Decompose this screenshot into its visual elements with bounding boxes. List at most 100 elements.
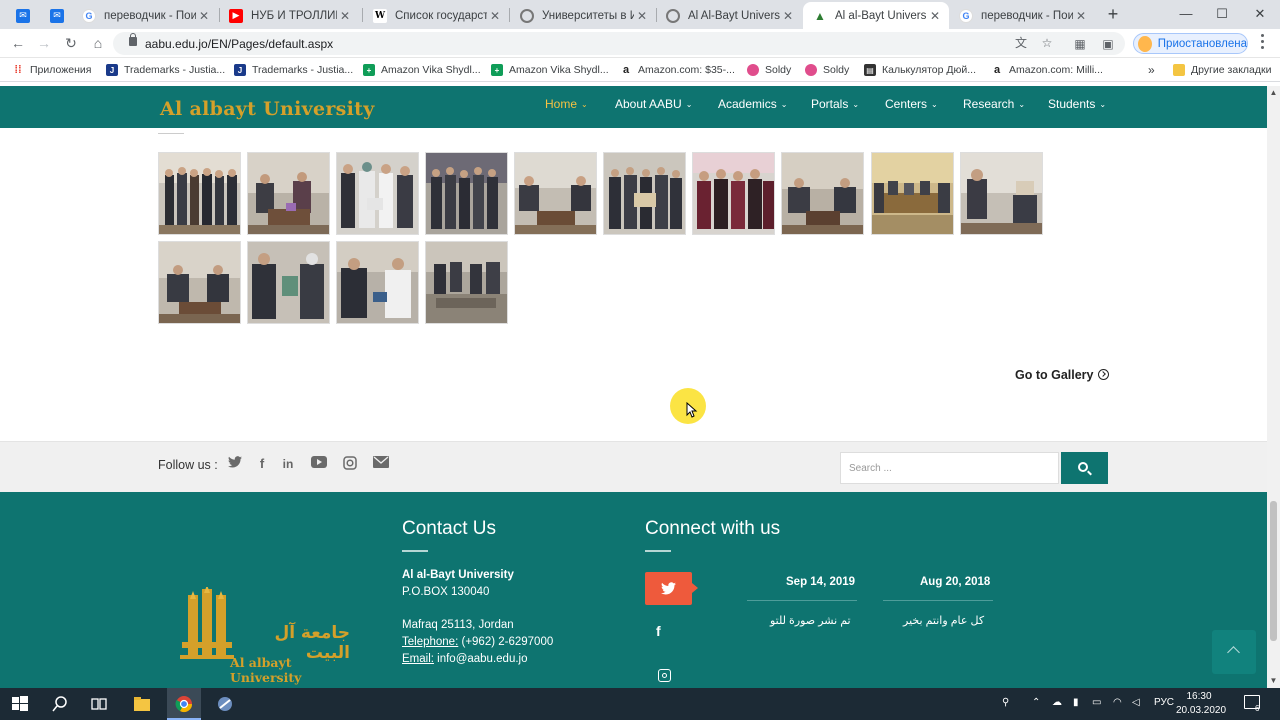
maximize-button[interactable]: ☐ bbox=[1212, 4, 1232, 24]
facebook-icon[interactable]: f bbox=[254, 456, 270, 472]
go-to-gallery-link[interactable]: Go to Gallery bbox=[1015, 368, 1109, 382]
cloud-icon[interactable]: ☁ bbox=[1052, 697, 1062, 708]
clock[interactable]: 16:30 20.03.2020 bbox=[1176, 690, 1226, 718]
gallery-photo[interactable] bbox=[158, 152, 241, 235]
youtube-icon[interactable] bbox=[311, 456, 327, 472]
tab-aabu-1[interactable]: Al Al-Bayt University ✕ bbox=[656, 2, 802, 29]
gallery-photo[interactable] bbox=[514, 152, 597, 235]
gallery-photo[interactable] bbox=[425, 241, 508, 324]
site-search-input[interactable]: Search ... bbox=[840, 452, 1059, 484]
tab-close-icon[interactable]: ✕ bbox=[780, 9, 796, 23]
new-tab-button[interactable]: + bbox=[1103, 4, 1123, 24]
translate-icon[interactable]: 文 bbox=[1013, 35, 1029, 51]
gallery-photo[interactable] bbox=[247, 241, 330, 324]
nav-centers[interactable]: Centers ⌄ bbox=[885, 97, 938, 111]
email-icon[interactable] bbox=[373, 456, 389, 472]
twitter-icon[interactable] bbox=[227, 456, 243, 472]
extension-icon[interactable]: ▦ bbox=[1072, 36, 1088, 52]
page-scrollbar[interactable]: ▲ ▼ bbox=[1267, 86, 1280, 688]
language-indicator[interactable]: РУС bbox=[1154, 697, 1174, 708]
tweet-text[interactable]: تم نشر صورة للتو bbox=[770, 614, 851, 627]
site-logo[interactable]: Al albayt University bbox=[160, 98, 375, 120]
tab-translator-search[interactable]: G переводчик - Поиск ✕ bbox=[72, 2, 218, 29]
nav-academics[interactable]: Academics ⌄ bbox=[718, 97, 787, 111]
bookmark-item[interactable]: a Amazon.com: Milli... bbox=[991, 62, 1103, 78]
tab-translator-search-2[interactable]: G переводчик - Поиск ✕ bbox=[949, 2, 1095, 29]
tab-youtube[interactable]: ▶ НУБ И ТРОЛЛИНГ Л ✕ bbox=[219, 2, 359, 29]
other-bookmarks[interactable]: Другие закладки bbox=[1173, 62, 1271, 78]
tab-close-icon[interactable]: ✕ bbox=[487, 9, 503, 23]
windows-start-icon[interactable] bbox=[11, 695, 29, 713]
bookmark-apps[interactable]: ⁞⁞ Приложения bbox=[12, 62, 91, 78]
scroll-up-icon[interactable]: ▲ bbox=[1269, 88, 1278, 97]
browser-menu-icon[interactable] bbox=[1255, 33, 1269, 49]
chevron-up-icon[interactable]: ⌃ bbox=[1032, 697, 1040, 708]
usb-icon[interactable]: ▮ bbox=[1073, 697, 1079, 708]
nav-about[interactable]: About AABU ⌄ bbox=[615, 97, 692, 111]
contact-email[interactable]: Email: info@aabu.edu.jo bbox=[402, 653, 527, 665]
linkedin-icon[interactable]: in bbox=[280, 456, 296, 472]
task-view-icon[interactable] bbox=[90, 695, 108, 713]
search-icon[interactable] bbox=[51, 695, 69, 713]
tab-mail-2[interactable]: ✉ bbox=[40, 2, 74, 29]
back-to-top-button[interactable] bbox=[1212, 630, 1256, 674]
battery-icon[interactable]: ▭ bbox=[1092, 697, 1101, 708]
instagram-icon[interactable] bbox=[342, 456, 358, 472]
close-window-button[interactable]: ✕ bbox=[1250, 4, 1270, 24]
profile-button[interactable]: Приостановлена bbox=[1133, 33, 1248, 54]
tab-close-icon[interactable]: ✕ bbox=[927, 9, 943, 23]
extension-icon[interactable]: ▣ bbox=[1100, 36, 1116, 52]
gallery-photo[interactable] bbox=[336, 152, 419, 235]
gallery-photo[interactable] bbox=[336, 241, 419, 324]
bookmarks-overflow-button[interactable]: » bbox=[1148, 62, 1155, 78]
gallery-photo[interactable] bbox=[960, 152, 1043, 235]
bookmark-star-icon[interactable]: ☆ bbox=[1039, 35, 1055, 51]
tab-close-icon[interactable]: ✕ bbox=[634, 9, 650, 23]
tab-mail-1[interactable]: ✉ bbox=[6, 2, 40, 29]
tab-aabu-active[interactable]: ▲ Al al-Bayt University ✕ bbox=[803, 2, 949, 29]
back-button[interactable]: ← bbox=[8, 33, 28, 53]
bookmark-item[interactable]: + Amazon Vika Shydl... bbox=[363, 62, 481, 78]
nav-home[interactable]: Home ⌄ bbox=[545, 97, 588, 111]
gallery-photo[interactable] bbox=[603, 152, 686, 235]
gallery-photo[interactable] bbox=[781, 152, 864, 235]
people-icon[interactable]: ⚲ bbox=[1002, 697, 1009, 708]
reload-button[interactable]: ↻ bbox=[61, 33, 81, 53]
gallery-photo[interactable] bbox=[247, 152, 330, 235]
bookmark-item[interactable]: Soldy bbox=[805, 62, 849, 78]
tab-close-icon[interactable]: ✕ bbox=[337, 9, 353, 23]
bookmark-item[interactable]: Soldy bbox=[747, 62, 791, 78]
wifi-icon[interactable]: ◠ bbox=[1113, 697, 1122, 708]
tab-universities[interactable]: Университеты в Ио ✕ bbox=[510, 2, 656, 29]
bookmark-item[interactable]: + Amazon Vika Shydl... bbox=[491, 62, 609, 78]
address-bar[interactable]: aabu.edu.jo/EN/Pages/default.aspx 文 ☆ bbox=[113, 32, 1125, 55]
forward-button[interactable]: → bbox=[34, 33, 54, 53]
gallery-photo[interactable] bbox=[158, 241, 241, 324]
scroll-down-icon[interactable]: ▼ bbox=[1269, 676, 1278, 685]
site-search-button[interactable] bbox=[1061, 452, 1108, 484]
minimize-button[interactable]: — bbox=[1176, 4, 1196, 24]
nav-portals[interactable]: Portals ⌄ bbox=[811, 97, 859, 111]
bookmark-item[interactable]: a Amazon.com: $35-... bbox=[620, 62, 735, 78]
gallery-photo[interactable] bbox=[692, 152, 775, 235]
nav-students[interactable]: Students ⌄ bbox=[1048, 97, 1106, 111]
tab-wikipedia[interactable]: W Список государств ✕ bbox=[363, 2, 509, 29]
gallery-photo[interactable] bbox=[871, 152, 954, 235]
twitter-tab-button[interactable] bbox=[645, 572, 698, 605]
bookmark-item[interactable]: J Trademarks - Justia... bbox=[106, 62, 225, 78]
app-icon[interactable] bbox=[216, 695, 234, 713]
tweet-text[interactable]: كل عام وانتم بخير bbox=[903, 614, 984, 627]
tab-close-icon[interactable]: ✕ bbox=[196, 9, 212, 23]
gallery-photo[interactable] bbox=[425, 152, 508, 235]
file-explorer-icon[interactable] bbox=[133, 695, 151, 713]
home-button[interactable]: ⌂ bbox=[88, 33, 108, 53]
nav-research[interactable]: Research ⌄ bbox=[963, 97, 1025, 111]
volume-icon[interactable]: ◁ bbox=[1132, 697, 1140, 708]
bookmark-item[interactable]: J Trademarks - Justia... bbox=[234, 62, 353, 78]
bookmark-item[interactable]: ▤ Калькулятор Дюй... bbox=[864, 62, 976, 78]
instagram-icon[interactable] bbox=[658, 669, 671, 682]
tab-close-icon[interactable]: ✕ bbox=[1073, 9, 1089, 23]
chrome-icon[interactable] bbox=[175, 695, 193, 713]
scrollbar-thumb[interactable] bbox=[1270, 501, 1277, 641]
facebook-icon[interactable]: f bbox=[656, 623, 661, 639]
